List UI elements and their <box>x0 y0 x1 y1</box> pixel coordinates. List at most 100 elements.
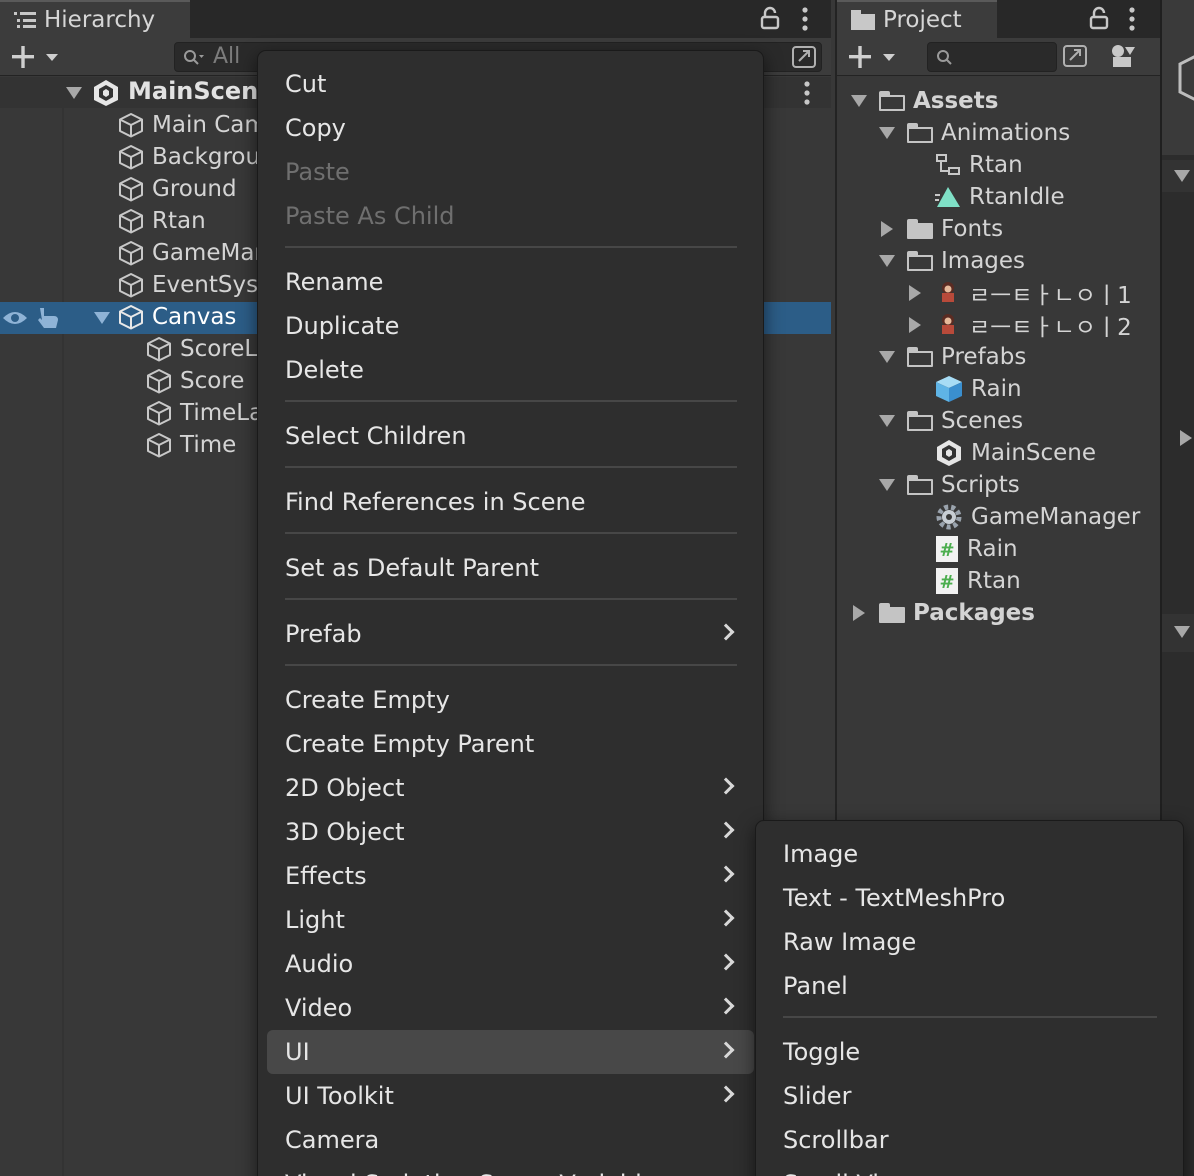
scene-visibility-icon[interactable] <box>791 45 817 69</box>
expand-arrow-icon[interactable] <box>879 351 907 363</box>
submenu-item-label: Image <box>783 840 859 868</box>
visibility-eye-icon[interactable] <box>2 308 28 328</box>
menu-item-find-references[interactable]: Find References in Scene <box>258 480 763 524</box>
collapsed-arrow-icon[interactable] <box>851 605 879 621</box>
tab-hierarchy[interactable]: Hierarchy <box>0 0 190 38</box>
lock-icon[interactable] <box>760 6 780 30</box>
menu-item-video[interactable]: Video <box>258 986 763 1030</box>
expand-arrow-icon[interactable] <box>66 87 82 99</box>
project-item-fonts[interactable]: Fonts <box>879 213 1003 245</box>
project-item-label: MainScene <box>971 440 1097 466</box>
project-search-input[interactable] <box>927 42 1057 72</box>
expand-arrow-icon[interactable] <box>851 95 879 107</box>
project-item-img2[interactable]: ㄹㅡㅌㅏㄴㅇㅣ2 <box>907 309 1132 341</box>
hierarchy-item[interactable]: Score <box>146 365 244 397</box>
menu-item-cut[interactable]: Cut <box>258 62 763 106</box>
submenu-item-scroll-view[interactable]: Scroll View <box>756 1162 1183 1176</box>
folder-open-icon <box>907 411 933 431</box>
project-item-prefab-rain[interactable]: Rain <box>907 373 1022 405</box>
menu-item-object-3d[interactable]: 3D Object <box>258 810 763 854</box>
project-item-scenes[interactable]: Scenes <box>879 405 1023 437</box>
project-item-packages[interactable]: Packages <box>851 597 1035 629</box>
menu-item-create-empty-parent[interactable]: Create Empty Parent <box>258 722 763 766</box>
project-item-script-rtan[interactable]: # Rtan <box>907 565 1021 597</box>
menu-item-ui-toolkit[interactable]: UI Toolkit <box>258 1074 763 1118</box>
project-more-icon[interactable] <box>1127 7 1137 31</box>
menu-item-camera[interactable]: Camera <box>258 1118 763 1162</box>
project-item-anim-rtan[interactable]: Rtan <box>907 149 1023 181</box>
project-add-icon[interactable] <box>849 46 899 68</box>
menu-item-object-2d[interactable]: 2D Object <box>258 766 763 810</box>
submenu-item-image[interactable]: Image <box>756 832 1183 876</box>
menu-item-select-children[interactable]: Select Children <box>258 414 763 458</box>
pickable-hand-icon[interactable] <box>34 306 60 330</box>
hierarchy-item[interactable]: Time <box>146 429 236 461</box>
project-item-label: ㄹㅡㅌㅏㄴㅇㅣ2 <box>969 315 1132 341</box>
context-menu: Cut Copy Paste Paste As Child Rename Duplicat… <box>257 50 764 1176</box>
menu-item-copy[interactable]: Copy <box>258 106 763 150</box>
submenu-item-label: Text - TextMeshPro <box>783 884 1006 912</box>
project-item-prefabs[interactable]: Prefabs <box>879 341 1026 373</box>
more-menu-icon[interactable] <box>800 7 810 31</box>
project-item-script-rain[interactable]: # Rain <box>907 533 1018 565</box>
menu-item-duplicate[interactable]: Duplicate <box>258 304 763 348</box>
expand-arrow-icon[interactable] <box>879 127 907 139</box>
hierarchy-item[interactable]: Canvas <box>118 301 236 333</box>
canvas-expand-icon[interactable] <box>94 312 110 324</box>
search-icon <box>184 50 204 65</box>
folder-open-icon <box>907 123 933 143</box>
gameobject-cube-icon <box>119 177 143 202</box>
project-toolbar <box>837 38 1160 76</box>
menu-item-create-empty[interactable]: Create Empty <box>258 678 763 722</box>
submenu-item-label: Raw Image <box>783 928 917 956</box>
menu-item-label: Paste <box>285 158 350 186</box>
project-item-animations[interactable]: Animations <box>879 117 1070 149</box>
inspector-expand-icon[interactable] <box>1180 430 1192 446</box>
submenu-item-scrollbar[interactable]: Scrollbar <box>756 1118 1183 1162</box>
project-item-images[interactable]: Images <box>879 245 1025 277</box>
expand-arrow-icon[interactable] <box>879 479 907 491</box>
menu-item-audio[interactable]: Audio <box>258 942 763 986</box>
menu-item-label: Video <box>285 994 353 1022</box>
menu-item-set-default-parent[interactable]: Set as Default Parent <box>258 546 763 590</box>
scene-more-icon[interactable] <box>802 81 812 105</box>
menu-item-prefab[interactable]: Prefab <box>258 612 763 656</box>
inspector-collapse-icon-2[interactable] <box>1174 626 1190 638</box>
inspector-collapse-icon[interactable] <box>1174 170 1190 182</box>
project-item-scripts[interactable]: Scripts <box>879 469 1020 501</box>
menu-item-light[interactable]: Light <box>258 898 763 942</box>
submenu-item-slider[interactable]: Slider <box>756 1074 1183 1118</box>
chevron-right-icon <box>717 953 735 971</box>
menu-item-label: Effects <box>285 862 367 890</box>
project-item-assets[interactable]: Assets <box>851 85 998 117</box>
project-item-anim-rtanidle[interactable]: RtanIdle <box>907 181 1065 213</box>
tab-project[interactable]: Project <box>837 0 997 38</box>
submenu-item-raw-image[interactable]: Raw Image <box>756 920 1183 964</box>
menu-item-visual-scripting[interactable]: Visual Scripting Scene Variables <box>258 1162 763 1176</box>
add-dropdown-icon[interactable] <box>12 46 62 68</box>
collapsed-arrow-icon[interactable] <box>907 317 935 333</box>
chevron-right-icon <box>717 777 735 795</box>
menu-item-label: Delete <box>285 356 364 384</box>
submenu-item-text-tmp[interactable]: Text - TextMeshPro <box>756 876 1183 920</box>
project-item-img1[interactable]: ㄹㅡㅌㅏㄴㅇㅣ1 <box>907 277 1132 309</box>
menu-item-delete[interactable]: Delete <box>258 348 763 392</box>
menu-item-rename[interactable]: Rename <box>258 260 763 304</box>
menu-item-ui[interactable]: UI <box>267 1030 754 1074</box>
project-lock-icon[interactable] <box>1089 6 1109 30</box>
project-item-label: Rain <box>967 536 1018 562</box>
project-item-script-gm[interactable]: GameManager <box>907 501 1140 533</box>
submenu-item-panel[interactable]: Panel <box>756 964 1183 1008</box>
menu-item-effects[interactable]: Effects <box>258 854 763 898</box>
filter-by-type-icon[interactable] <box>1109 43 1137 69</box>
hierarchy-item[interactable]: Ground <box>118 173 237 205</box>
expand-arrow-icon[interactable] <box>879 415 907 427</box>
submenu-item-toggle[interactable]: Toggle <box>756 1030 1183 1074</box>
project-item-scene-main[interactable]: MainScene <box>907 437 1096 469</box>
search-mode-icon[interactable] <box>1062 44 1088 68</box>
collapsed-arrow-icon[interactable] <box>879 221 907 237</box>
collapsed-arrow-icon[interactable] <box>907 285 935 301</box>
menu-item-label: Create Empty <box>285 686 450 714</box>
expand-arrow-icon[interactable] <box>879 255 907 267</box>
hierarchy-item[interactable]: Rtan <box>118 205 206 237</box>
